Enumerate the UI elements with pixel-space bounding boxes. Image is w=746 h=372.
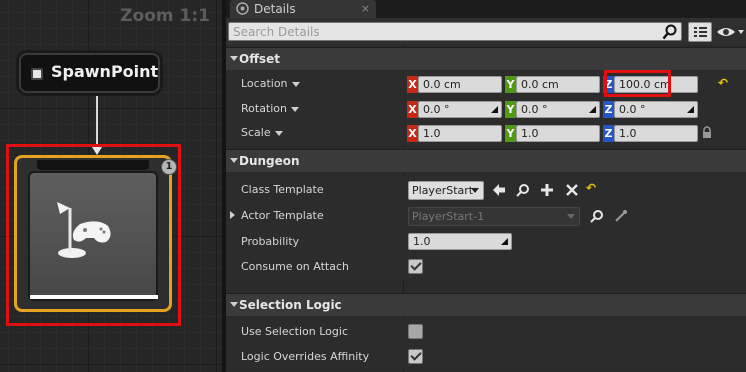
location-x-field[interactable]: 0.0 cm bbox=[418, 76, 502, 93]
category-offset-label: Offset bbox=[239, 52, 280, 66]
category-dungeon[interactable]: Dungeon bbox=[226, 149, 746, 172]
chevron-down-icon bbox=[567, 214, 575, 219]
reset-arrow-icon[interactable]: ↶ bbox=[586, 181, 596, 195]
y-axis-label: Y bbox=[505, 125, 516, 142]
consume-on-attach-checkbox[interactable] bbox=[408, 259, 423, 274]
tab-details-label: Details bbox=[254, 2, 296, 16]
z-axis-label: Z bbox=[603, 101, 614, 118]
logic-overrides-affinity-checkbox[interactable] bbox=[408, 349, 423, 364]
consume-on-attach-label: Consume on Attach bbox=[241, 260, 349, 273]
eyedropper-icon[interactable] bbox=[614, 209, 628, 223]
expand-arrow-icon[interactable] bbox=[230, 211, 235, 219]
chevron-down-icon bbox=[471, 188, 479, 193]
x-axis-label: X bbox=[407, 76, 418, 93]
scale-label-button[interactable]: Scale bbox=[241, 126, 283, 139]
magnifier-icon[interactable] bbox=[590, 209, 604, 223]
chevron-down-icon bbox=[291, 81, 300, 87]
chevron-down-icon bbox=[230, 302, 238, 307]
spawn-point-node-label: SpawnPoint bbox=[51, 62, 159, 81]
y-axis-label: Y bbox=[505, 101, 516, 118]
reset-arrow-icon[interactable]: ↶ bbox=[718, 76, 728, 90]
rotation-x-field[interactable]: 0.0 ° bbox=[418, 101, 502, 118]
clear-icon[interactable] bbox=[565, 183, 579, 197]
class-template-label: Class Template bbox=[241, 183, 324, 196]
property-class-template: Class Template PlayerStart ↶ bbox=[226, 177, 746, 202]
details-tab-icon bbox=[236, 2, 249, 15]
spin-icon bbox=[501, 238, 508, 245]
rotation-y-field[interactable]: 0.0 ° bbox=[516, 101, 600, 118]
chevron-down-icon bbox=[291, 106, 300, 112]
probability-field[interactable]: 1.0 bbox=[408, 233, 512, 250]
x-axis-label: X bbox=[407, 125, 418, 142]
scale-y-field[interactable]: 1.0 bbox=[516, 125, 600, 142]
use-selection-logic-label: Use Selection Logic bbox=[241, 325, 348, 338]
property-consume-on-attach: Consume on Attach bbox=[226, 254, 746, 279]
spin-icon bbox=[491, 106, 498, 113]
property-use-selection-logic: Use Selection Logic bbox=[226, 319, 746, 344]
logic-overrides-affinity-label: Logic Overrides Affinity bbox=[241, 350, 370, 363]
location-y-field[interactable]: 0.0 cm bbox=[516, 76, 600, 93]
rotation-x-value: 0.0 ° bbox=[423, 103, 450, 116]
magnifier-icon[interactable] bbox=[516, 183, 530, 197]
chevron-down-icon bbox=[230, 158, 238, 163]
scale-z-field[interactable]: 1.0 bbox=[614, 125, 698, 142]
rotation-label-button[interactable]: Rotation bbox=[241, 102, 300, 115]
use-selection-logic-checkbox[interactable] bbox=[408, 324, 423, 339]
scale-x-field[interactable]: 1.0 bbox=[418, 125, 502, 142]
actor-template-dropdown[interactable]: PlayerStart-1 bbox=[408, 207, 580, 226]
node-highlight-box bbox=[6, 144, 181, 326]
rotation-z-value: 0.0 ° bbox=[619, 103, 646, 116]
search-row bbox=[226, 18, 746, 45]
class-template-dropdown[interactable]: PlayerStart bbox=[408, 181, 484, 200]
location-label: Location bbox=[241, 77, 288, 90]
category-dungeon-label: Dungeon bbox=[239, 154, 300, 168]
tab-bar: Details × bbox=[226, 0, 746, 18]
details-panel: Details × Offset Location X 0.0 cm Y 0.0 bbox=[226, 0, 746, 372]
grid-view-icon[interactable] bbox=[688, 22, 712, 42]
category-selection-logic-label: Selection Logic bbox=[239, 298, 342, 312]
browse-arrow-icon[interactable] bbox=[492, 183, 506, 197]
lock-icon[interactable] bbox=[702, 126, 712, 139]
property-logic-overrides-affinity: Logic Overrides Affinity bbox=[226, 344, 746, 369]
tab-details[interactable]: Details × bbox=[230, 0, 376, 18]
node-pin-icon bbox=[31, 68, 43, 80]
location-label-button[interactable]: Location bbox=[241, 77, 300, 90]
dungeon-graph-panel[interactable]: Zoom 1:1 SpawnPoint 1 bbox=[0, 0, 222, 372]
category-selection-logic[interactable]: Selection Logic bbox=[226, 293, 746, 316]
rotation-z-field[interactable]: 0.0 ° bbox=[614, 101, 698, 118]
z-field-highlight-box bbox=[604, 70, 671, 97]
connection-wire bbox=[96, 96, 98, 150]
chevron-down-icon bbox=[230, 56, 238, 61]
property-probability: Probability 1.0 bbox=[226, 229, 746, 254]
search-input[interactable] bbox=[228, 22, 682, 41]
chevron-down-icon bbox=[274, 130, 283, 136]
property-scale: Scale X 1.0 Y 1.0 Z 1.0 bbox=[226, 120, 746, 145]
actor-template-label: Actor Template bbox=[241, 209, 324, 222]
category-offset[interactable]: Offset bbox=[226, 47, 746, 70]
actor-template-value: PlayerStart-1 bbox=[412, 210, 485, 223]
rotation-label: Rotation bbox=[241, 102, 288, 115]
z-axis-label: Z bbox=[603, 125, 614, 142]
x-axis-label: X bbox=[407, 101, 418, 118]
class-template-value: PlayerStart bbox=[412, 184, 474, 197]
property-rotation: Rotation X 0.0 ° Y 0.0 ° Z 0.0 ° bbox=[226, 96, 746, 121]
probability-label: Probability bbox=[241, 235, 300, 248]
property-actor-template: Actor Template PlayerStart-1 bbox=[226, 203, 746, 228]
spin-icon bbox=[589, 106, 596, 113]
probability-value: 1.0 bbox=[413, 235, 431, 248]
close-icon[interactable]: × bbox=[361, 2, 370, 15]
y-axis-label: Y bbox=[505, 76, 516, 93]
zoom-label: Zoom 1:1 bbox=[120, 6, 210, 26]
eye-icon[interactable] bbox=[716, 23, 746, 41]
spin-icon bbox=[687, 106, 694, 113]
add-icon[interactable] bbox=[540, 183, 554, 197]
scale-label: Scale bbox=[241, 126, 271, 139]
search-icon[interactable] bbox=[662, 24, 678, 40]
spawn-point-node[interactable]: SpawnPoint bbox=[19, 53, 160, 93]
rotation-y-value: 0.0 ° bbox=[521, 103, 548, 116]
